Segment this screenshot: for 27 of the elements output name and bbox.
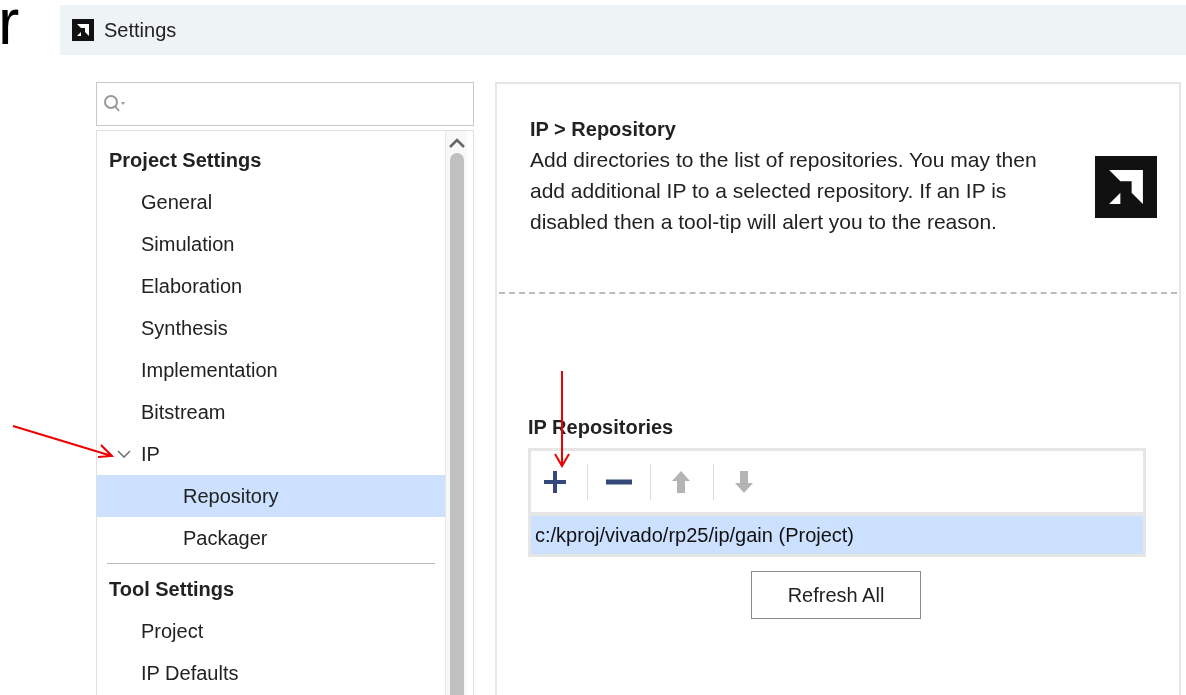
logo-icon [1095, 156, 1157, 218]
tree-item[interactable]: General [97, 181, 445, 223]
window-title: Settings [104, 18, 177, 43]
tree-item[interactable]: Synthesis [97, 307, 445, 349]
tree-item[interactable]: Packager [97, 517, 445, 559]
cropped-letter: r [0, 0, 20, 50]
scrollbar-thumb[interactable] [449, 153, 464, 695]
chevron-down-icon[interactable] [115, 448, 133, 460]
search-field[interactable] [96, 82, 474, 126]
tree-item[interactable]: IP [141, 439, 160, 469]
search-icon [103, 94, 127, 114]
page-heading: IP > Repository [530, 117, 677, 142]
tree-item[interactable]: Simulation [97, 223, 445, 265]
scroll-up-icon[interactable] [447, 137, 466, 149]
logo-icon [72, 19, 94, 41]
scrollbar[interactable] [445, 131, 467, 695]
tree-section-heading: Project Settings [108, 148, 263, 173]
tree-item[interactable]: IP Defaults [97, 652, 445, 694]
tree-item[interactable]: Elaboration [97, 265, 445, 307]
repository-row[interactable]: c:/kproj/vivado/rp25/ip/gain (Project) [531, 516, 1143, 554]
tree-item[interactable]: Repository [97, 475, 445, 517]
tree-item[interactable]: Bitstream [97, 391, 445, 433]
tree-item[interactable]: Implementation [97, 349, 445, 391]
page-description: Add directories to the list of repositories. You may then add additional IP to a selected repository. If an IP is disabled then a tool-tip will alert you to the reason. [530, 147, 1038, 235]
refresh-all-button[interactable]: Refresh All [751, 571, 921, 619]
tree-section-heading: Tool Settings [108, 577, 236, 602]
tree-item[interactable]: Project [97, 610, 445, 652]
